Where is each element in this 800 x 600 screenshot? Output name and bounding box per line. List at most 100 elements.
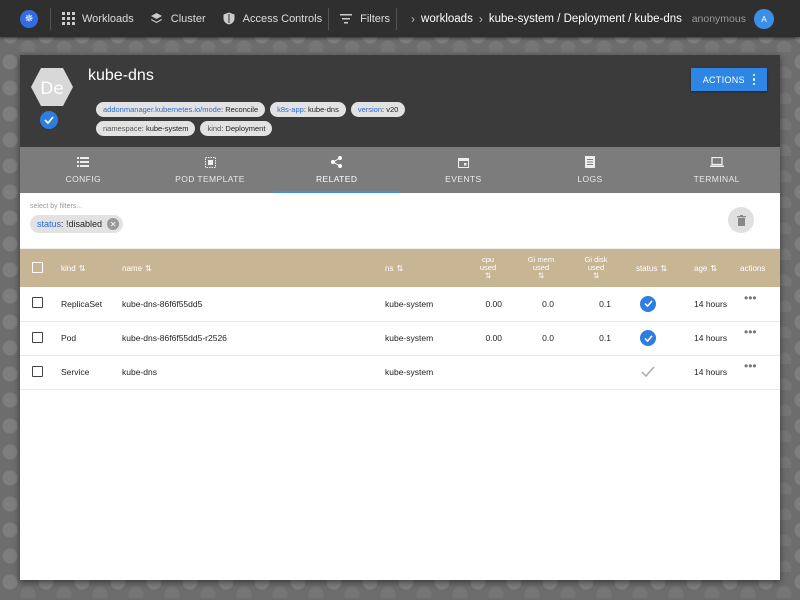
more-horizontal-icon[interactable]: •••	[744, 359, 757, 373]
tab-terminal[interactable]: TERMINAL	[653, 147, 780, 193]
breadcrumb: › workloads › kube-system / Deployment /…	[405, 12, 682, 26]
cell-name[interactable]: kube-dns-86f6f55dd5-r2526	[122, 321, 385, 355]
cell-ns: kube-system	[385, 367, 434, 377]
chevron-right-icon: ›	[478, 11, 483, 26]
table-row[interactable]: Pod kube-dns-86f6f55dd5-r2526 kube-syste…	[20, 321, 780, 355]
table-row[interactable]: Service kube-dns kube-system 14 hours ••…	[20, 355, 780, 389]
user-name: anonymous	[691, 13, 746, 25]
hex-icon-text: De	[40, 79, 64, 99]
template-icon	[203, 156, 217, 168]
tab-pod-template[interactable]: POD TEMPLATE	[147, 147, 274, 193]
breadcrumb-path: kube-system / Deployment / kube-dns	[488, 12, 682, 25]
tab-bar: CONFIG POD TEMPLATE RELATED EVENTS LOGS	[20, 147, 780, 193]
label-chip[interactable]: version: v20	[350, 102, 406, 117]
more-horizontal-icon[interactable]: •••	[744, 291, 757, 305]
tab-related[interactable]: RELATED	[273, 147, 400, 193]
tab-events[interactable]: EVENTS	[400, 147, 527, 193]
avatar[interactable]: A	[754, 9, 774, 29]
user-menu[interactable]: anonymous A	[692, 9, 774, 29]
header-cpu[interactable]: cpu used ⇅	[462, 249, 514, 287]
laptop-icon	[709, 156, 724, 168]
calendar-icon	[456, 156, 470, 168]
divider	[50, 7, 51, 30]
tab-terminal-label: TERMINAL	[693, 174, 740, 184]
filter-input[interactable]: select by filters...	[30, 203, 82, 210]
label-chip[interactable]: namespace: kube-system	[96, 121, 196, 136]
more-horizontal-icon[interactable]: •••	[744, 325, 757, 339]
sort-icon: ⇅	[537, 271, 545, 280]
header-name[interactable]: name ⇅	[122, 249, 385, 287]
row-checkbox[interactable]	[32, 331, 43, 343]
checkmark-icon	[641, 366, 655, 377]
chevron-right-icon: ›	[411, 11, 416, 26]
cell-kind: Pod	[61, 333, 77, 343]
status-check-icon	[40, 111, 58, 129]
cell-disk: 0.1	[599, 333, 611, 343]
label-chip[interactable]: kind: Deployment	[200, 121, 273, 136]
filter-bar: select by filters... status: !disabled ✕	[20, 193, 780, 249]
list-icon	[76, 156, 90, 168]
cell-kind: Service	[61, 367, 90, 377]
breadcrumb-root[interactable]: workloads	[421, 13, 473, 25]
header-gi-mem[interactable]: Gi mem used ⇅	[514, 249, 568, 287]
sort-icon: ⇅	[484, 271, 492, 280]
nav-workloads[interactable]: Workloads	[61, 12, 134, 26]
label-chips: addonmanager.kubernetes.io/mode: Reconci…	[96, 102, 656, 140]
select-all-checkbox[interactable]	[32, 261, 43, 273]
nav-access-controls-label: Access Controls	[242, 12, 323, 25]
kubernetes-logo-icon[interactable]: ✵	[20, 9, 38, 28]
tab-related-label: RELATED	[315, 174, 358, 184]
filter-chip[interactable]: status: !disabled ✕	[30, 215, 124, 233]
cell-disk: 0.1	[599, 298, 611, 309]
table-header-row: kind ⇅ name ⇅ ns ⇅ cpu used ⇅ Gi mem used ⇅ Gi …	[20, 249, 780, 287]
table-row[interactable]: ReplicaSet kube-dns-86f6f55dd5 kube-syst…	[20, 287, 780, 321]
deployment-hex-icon: De	[30, 67, 74, 107]
cell-cpu	[462, 355, 514, 389]
sort-icon: ⇅	[78, 263, 86, 273]
cell-name[interactable]: kube-dns-86f6f55dd5	[122, 287, 385, 321]
row-checkbox[interactable]	[32, 297, 43, 309]
document-icon	[583, 156, 597, 168]
header-kind[interactable]: kind ⇅	[61, 249, 122, 287]
grid-icon	[61, 12, 75, 26]
header-ns[interactable]: ns ⇅	[385, 249, 462, 287]
nav-access-controls[interactable]: Access Controls	[222, 12, 322, 26]
cell-mem	[514, 355, 568, 389]
actions-label: ACTIONS	[702, 74, 745, 85]
tab-config[interactable]: CONFIG	[20, 147, 147, 193]
nav-filters-label: Filters	[360, 12, 391, 25]
header-gi-disk[interactable]: Gi disk used ⇅	[568, 249, 624, 287]
divider	[396, 7, 398, 30]
actions-button[interactable]: ACTIONS	[691, 68, 767, 91]
cell-age: 14 hours	[694, 298, 728, 309]
shield-icon	[222, 12, 236, 26]
cell-kind: ReplicaSet	[61, 298, 103, 309]
cell-mem: 0.0	[542, 298, 554, 309]
sort-icon: ⇅	[396, 263, 404, 273]
filter-chip-value: !disabled	[66, 219, 103, 229]
filter-chip-key: status	[37, 219, 62, 229]
cell-name[interactable]: kube-dns	[122, 355, 385, 389]
layers-icon	[150, 12, 164, 26]
row-checkbox[interactable]	[32, 365, 43, 377]
nav-cluster[interactable]: Cluster	[150, 12, 206, 26]
more-vertical-icon	[752, 73, 756, 86]
delete-button[interactable]	[728, 207, 754, 233]
cell-cpu: 0.00	[485, 333, 502, 343]
nav-filters[interactable]: Filters	[339, 12, 390, 26]
header-actions: actions	[740, 263, 766, 273]
header-age[interactable]: age ⇅	[686, 249, 740, 287]
resource-header: De kube-dns addonmanager.kubernetes.io/m…	[20, 55, 780, 147]
divider	[328, 7, 330, 30]
status-ok-icon	[640, 295, 656, 312]
close-icon[interactable]: ✕	[107, 218, 120, 230]
sort-icon: ⇅	[592, 271, 600, 280]
label-chip[interactable]: k8s-app: kube-dns	[270, 102, 346, 117]
tab-events-label: EVENTS	[445, 174, 482, 184]
share-icon	[330, 156, 344, 168]
label-chip[interactable]: addonmanager.kubernetes.io/mode: Reconci…	[96, 102, 266, 117]
cell-age: 14 hours	[694, 333, 728, 343]
tab-logs[interactable]: LOGS	[527, 147, 654, 193]
top-bar: ✵ Workloads Cluster Access Controls Filt…	[0, 0, 800, 37]
header-status[interactable]: status ⇅	[624, 249, 686, 287]
